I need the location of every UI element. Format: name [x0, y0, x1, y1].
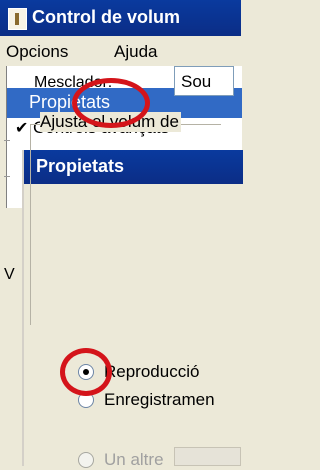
main-window-left-text-fragment: V	[4, 266, 15, 283]
main-window-divider	[4, 140, 10, 141]
volume-groupbox	[30, 124, 221, 325]
menu-ajuda[interactable]: Ajuda	[114, 42, 157, 62]
main-window-divider	[4, 176, 10, 177]
radio-playback-label[interactable]: Reproducció	[104, 362, 199, 382]
mixer-select-value: Sou	[181, 72, 212, 91]
volume-control-icon	[8, 8, 27, 30]
highlight-ring-propietats	[72, 78, 150, 128]
highlight-ring-playback	[60, 348, 112, 396]
mixer-select[interactable]: Sou	[174, 66, 234, 96]
radio-other-label: Un altre	[104, 450, 164, 469]
other-device-select	[174, 447, 241, 466]
check-mark-icon: ✔	[15, 120, 29, 137]
main-window-title: Control de volum	[32, 7, 180, 27]
main-window-titlebar[interactable]: Control de volum	[0, 0, 241, 36]
radio-record-label[interactable]: Enregistramen	[104, 390, 215, 410]
menu-bar: Opcions Ajuda	[0, 36, 241, 68]
menu-opcions[interactable]: Opcions	[6, 42, 68, 62]
